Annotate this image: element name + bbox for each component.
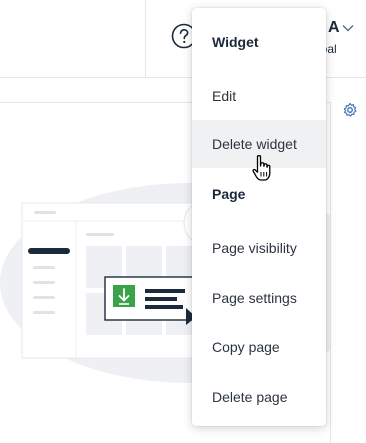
- chevron-down-icon[interactable]: [342, 24, 354, 32]
- user-menu-initial[interactable]: A: [328, 19, 340, 37]
- menu-item-copy-page[interactable]: Copy page: [192, 323, 326, 371]
- menu-item-page-settings[interactable]: Page settings: [192, 274, 326, 322]
- menu-heading-widget: Widget: [212, 34, 259, 50]
- menu-item-page-visibility[interactable]: Page visibility: [192, 224, 326, 272]
- menu-item-edit[interactable]: Edit: [192, 72, 326, 120]
- widget-page-context-menu: Widget Edit Delete widget Page Page visi…: [192, 8, 326, 426]
- menu-item-delete-page[interactable]: Delete page: [192, 373, 326, 421]
- hand-cursor-icon: [252, 155, 271, 181]
- gear-icon[interactable]: [342, 102, 358, 118]
- header-divider: [145, 0, 146, 77]
